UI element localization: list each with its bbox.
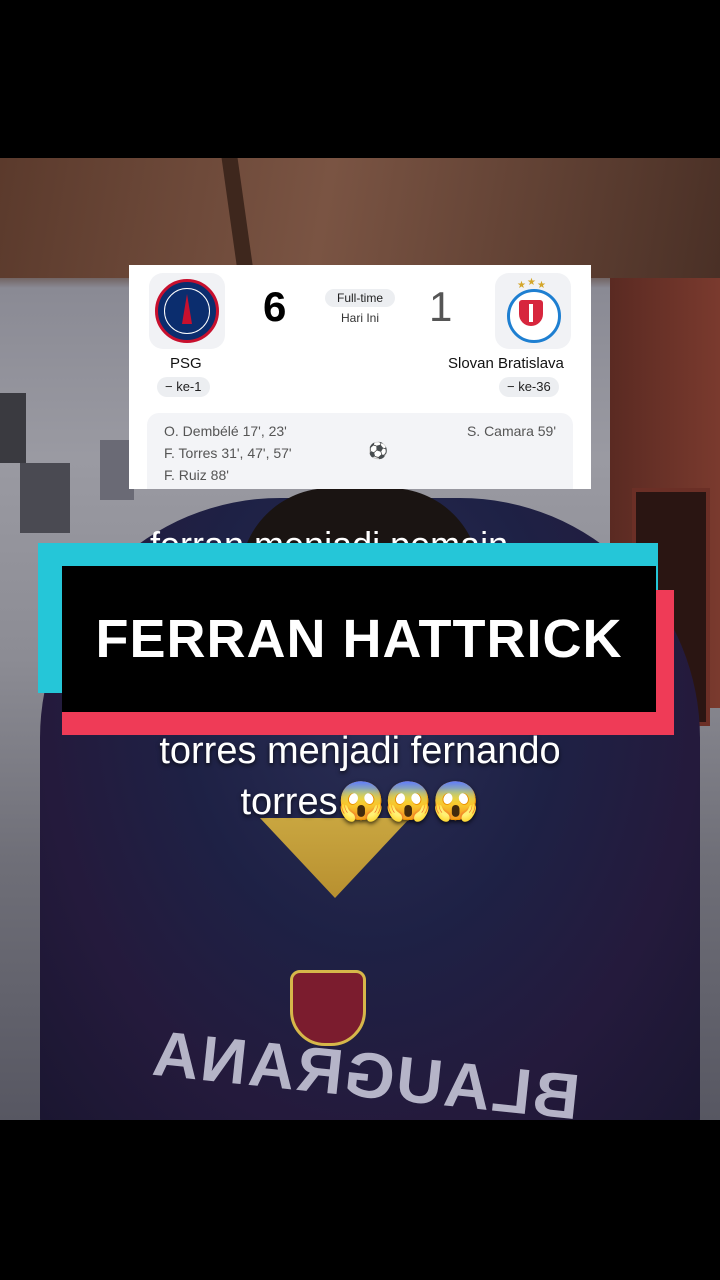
away-scorer: S. Camara 59' <box>466 423 556 439</box>
goal-scorers-panel: O. Dembélé 17', 23' F. Torres 31', 47', … <box>147 413 573 489</box>
soccer-ball-icon: ⚽ <box>368 443 388 460</box>
wall-poster <box>20 463 70 533</box>
away-team-rank: − ke-36 <box>499 377 559 397</box>
headline-caption: FERRAN HATTRICK <box>95 609 623 669</box>
home-scorer: F. Ruiz 88' <box>164 467 229 483</box>
subtitle-line: torres menjadi fernando <box>159 730 561 772</box>
hidden-caption-line: ferran menjadi pemain <box>150 528 508 544</box>
slovan-bratislava-logo-icon: ★ ★ ★ <box>495 273 571 349</box>
home-team-name[interactable]: PSG <box>170 355 202 372</box>
subtitle-line: torres😱😱😱 <box>240 781 480 823</box>
ceiling <box>0 158 720 278</box>
away-team-name[interactable]: Slovan Bratislava <box>448 355 564 372</box>
match-scorecard: 6 Full-time Hari Ini 1 ★ ★ ★ PSG − ke-1 Sl… <box>129 265 591 489</box>
wall-poster <box>0 393 26 463</box>
home-scorer: F. Torres 31', 47', 57' <box>164 445 292 461</box>
away-score: 1 <box>429 283 453 330</box>
home-scorer: O. Dembélé 17', 23' <box>164 423 287 439</box>
match-date: Hari Ini <box>340 311 379 325</box>
psg-logo-icon <box>149 273 225 349</box>
home-score: 6 <box>263 283 287 330</box>
match-status-badge: Full-time <box>325 289 395 307</box>
home-team-rank: − ke-1 <box>157 377 210 397</box>
